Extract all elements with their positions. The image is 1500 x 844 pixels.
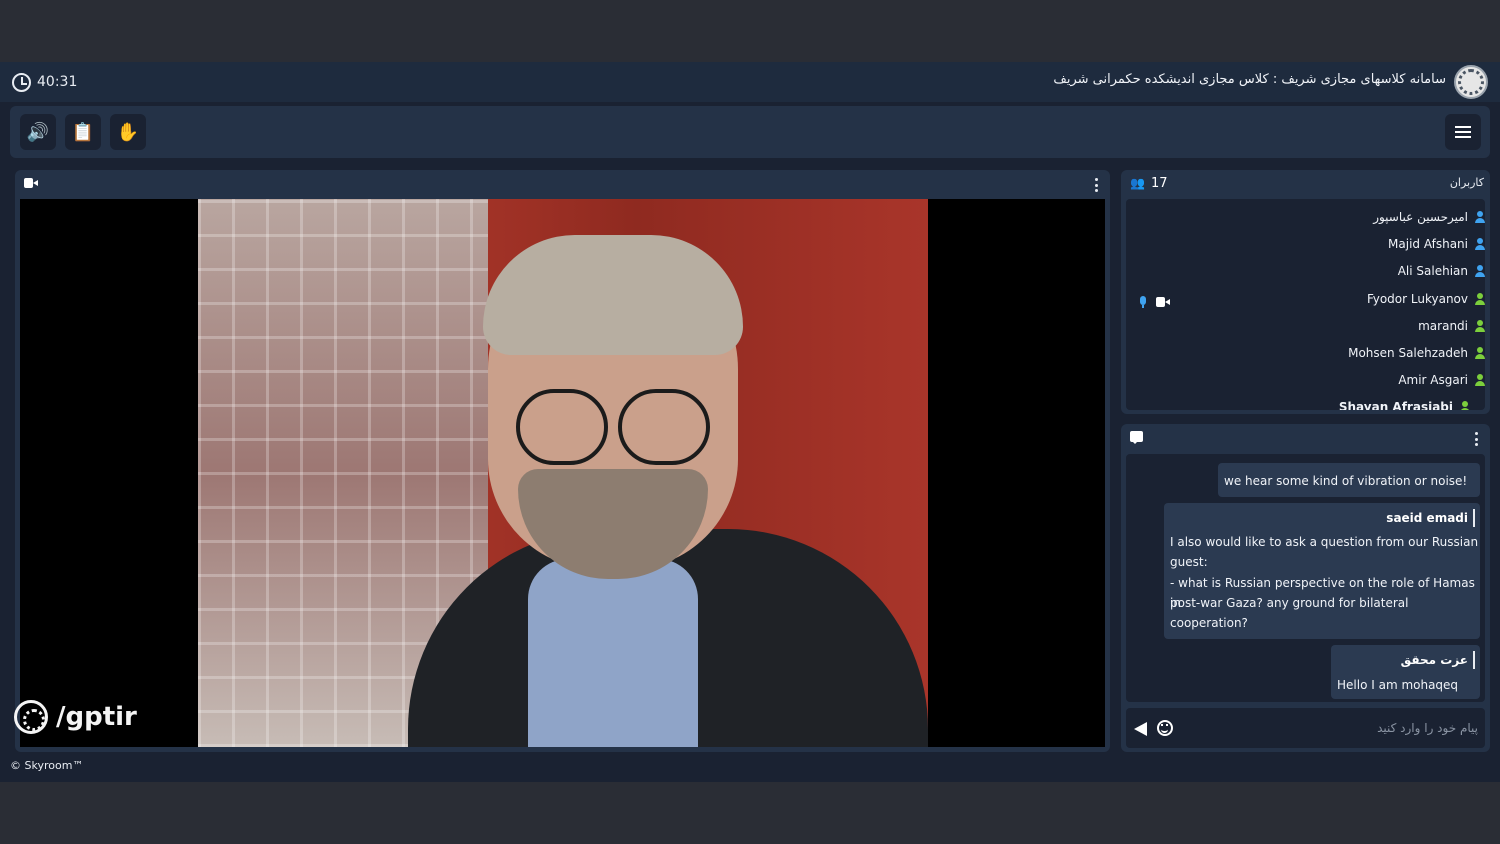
toolbar	[10, 106, 1490, 158]
video-options-icon[interactable]	[1094, 178, 1098, 192]
user-icon	[1459, 401, 1471, 410]
user-item[interactable]: marandi	[1418, 317, 1486, 335]
watermark-text: /gptir	[56, 702, 137, 732]
chat-options-icon[interactable]	[1474, 432, 1478, 446]
author-indicator	[1473, 509, 1475, 527]
watermark: /gptir	[14, 700, 137, 734]
chat-message: عزت محقق Hello I am mohaqeq	[1331, 645, 1480, 699]
hamburger-icon-line	[1455, 131, 1471, 133]
menu-button[interactable]	[1445, 114, 1481, 150]
user-item[interactable]: Mohsen Salehzadeh	[1348, 344, 1486, 362]
files-button[interactable]: 📋	[65, 114, 101, 150]
users-count-text: 17	[1150, 175, 1168, 191]
user-name: Majid Afshani	[1388, 237, 1468, 251]
clipboard-icon: 📋	[71, 121, 95, 143]
video-camera-icon	[24, 178, 38, 188]
user-icon	[1474, 347, 1486, 359]
user-icon	[1474, 211, 1486, 223]
timer-text: 40:31	[37, 74, 78, 90]
footer-brand: © Skyroom™	[10, 759, 84, 772]
user-icon	[1474, 320, 1486, 332]
emoji-icon[interactable]	[1157, 720, 1173, 736]
user-name: Fyodor Lukyanov	[1366, 292, 1468, 306]
letterbox-bottom	[0, 782, 1500, 844]
raise-hand-button[interactable]: ✋	[110, 114, 146, 150]
microphone-icon	[1139, 296, 1147, 308]
user-name: Amir Asgari	[1398, 373, 1468, 387]
hand-icon: ✋	[116, 121, 140, 143]
page-title: سامانه کلاسهای مجازی شریف : کلاس مجازی ا…	[1053, 72, 1446, 87]
chat-message-author: saeid emadi	[1386, 511, 1468, 525]
hamburger-icon-line	[1455, 126, 1471, 128]
chat-message-line: post-war Gaza? any ground for bilateral …	[1170, 596, 1409, 630]
user-item[interactable]: Ali Salehian	[1398, 262, 1486, 280]
user-item[interactable]: Fyodor Lukyanov	[1367, 290, 1486, 308]
chat-message-input[interactable]	[1180, 716, 1478, 740]
user-item[interactable]: Amir Asgari	[1398, 371, 1486, 389]
user-name: Mohsen Salehzadeh	[1348, 346, 1468, 360]
chat-message-line: guest:	[1170, 555, 1208, 569]
person-shirt	[528, 559, 698, 747]
camera-on-icon	[1156, 297, 1170, 307]
user-icon	[1474, 293, 1486, 305]
users-list-clip: Shayan Afrasiabi	[1126, 398, 1485, 410]
send-icon[interactable]	[1134, 722, 1147, 736]
speaker-video-frame	[198, 199, 928, 747]
university-logo-icon	[1454, 65, 1488, 99]
person-hair	[483, 235, 743, 355]
glasses-left-lens	[516, 389, 608, 465]
user-icon	[1474, 238, 1486, 250]
clock-icon	[12, 72, 31, 92]
users-group-icon: 👥	[1130, 176, 1145, 190]
user-name: امیرحسین عباسپور	[1373, 210, 1468, 224]
users-count: 👥 17	[1130, 174, 1168, 192]
glasses-right-lens	[618, 389, 710, 465]
user-name: marandi	[1418, 319, 1468, 333]
chat-bubble-icon	[1130, 431, 1143, 444]
chat-message-text: we hear some kind of vibration or noise!	[1224, 474, 1468, 488]
speaker-icon: 🔊	[26, 121, 50, 143]
user-item[interactable]: امیرحسین عباسپور	[1373, 208, 1486, 226]
user-name: Ali Salehian	[1397, 264, 1468, 278]
chat-message-author: عزت محقق	[1400, 653, 1468, 667]
user-item[interactable]: Majid Afshani	[1388, 235, 1486, 253]
users-panel-title: کاربران	[1449, 176, 1484, 189]
user-item[interactable]: Shayan Afrasiabi	[1339, 398, 1471, 410]
hamburger-icon-line	[1455, 136, 1471, 138]
user-icon	[1474, 265, 1486, 277]
letterbox-top	[0, 0, 1500, 62]
chat-message: we hear some kind of vibration or noise!	[1218, 463, 1480, 497]
session-timer: 40:31	[12, 72, 77, 92]
watermark-logo-icon	[14, 700, 48, 734]
author-indicator	[1473, 651, 1475, 669]
chat-message-text: Hello I am mohaqeq	[1337, 678, 1459, 692]
chat-message: saeid emadi I also would like to ask a q…	[1164, 503, 1480, 639]
chat-message-line: I also would like to ask a question from…	[1170, 535, 1479, 549]
user-icon	[1474, 374, 1486, 386]
user-name: Shayan Afrasiabi	[1338, 400, 1453, 410]
speaker-button[interactable]: 🔊	[20, 114, 56, 150]
